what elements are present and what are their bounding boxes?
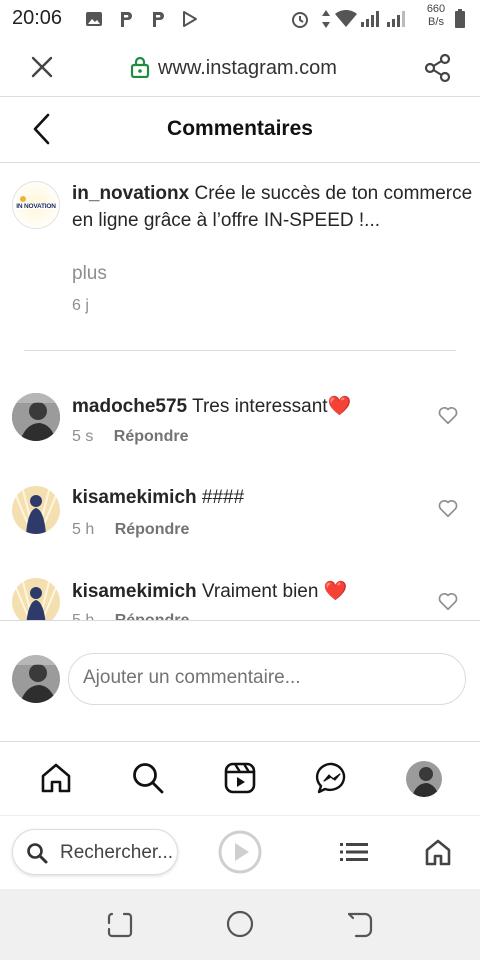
instagram-nav-bar bbox=[0, 741, 480, 816]
reels-icon[interactable] bbox=[222, 760, 258, 796]
divider bbox=[24, 350, 456, 351]
status-time: 20:06 bbox=[12, 7, 63, 29]
net-speed-value: 660 bbox=[426, 3, 446, 15]
post-username[interactable]: in_novationx bbox=[72, 183, 189, 204]
lock-icon bbox=[130, 56, 150, 79]
url-text[interactable]: www.instagram.com bbox=[158, 57, 337, 80]
comment-username[interactable]: kisamekimich bbox=[72, 581, 197, 602]
comment-body: kisamekimich Vraiment bien ❤️ bbox=[72, 579, 347, 603]
comment-text: Tres interessant❤️ bbox=[192, 396, 352, 417]
alarm-icon bbox=[290, 9, 310, 29]
comments-header: Commentaires bbox=[0, 96, 480, 163]
paypal-icon-2 bbox=[148, 9, 168, 29]
net-speed: 660 B/s bbox=[424, 3, 448, 29]
page-title: Commentaires bbox=[167, 117, 313, 140]
search-icon bbox=[27, 843, 48, 864]
comment-avatar[interactable] bbox=[12, 486, 60, 534]
browser-url-bar: www.instagram.com bbox=[0, 38, 480, 97]
post-avatar-logo-text: IN NOVATION bbox=[16, 203, 56, 210]
data-arrows-icon bbox=[316, 9, 336, 29]
back-nav-icon[interactable] bbox=[346, 911, 374, 939]
comment-input[interactable] bbox=[81, 666, 455, 690]
post-age: 6 j bbox=[72, 297, 89, 314]
reply-button[interactable]: Répondre bbox=[114, 428, 189, 445]
recent-apps-icon[interactable] bbox=[106, 911, 134, 939]
browser-search-pill[interactable]: Rechercher... bbox=[12, 829, 178, 875]
profile-avatar[interactable] bbox=[406, 761, 442, 797]
net-speed-unit: B/s bbox=[428, 16, 444, 28]
comment-username[interactable]: madoche575 bbox=[72, 396, 187, 417]
home-icon[interactable] bbox=[38, 760, 74, 796]
comment-text: Vraiment bien ❤️ bbox=[201, 581, 348, 602]
comment-body: madoche575 Tres interessant❤️ bbox=[72, 394, 351, 418]
comment-meta: 5 s Répondre bbox=[72, 428, 188, 446]
reply-button[interactable]: Répondre bbox=[115, 521, 190, 538]
comment-body: kisamekimich #### bbox=[72, 487, 244, 509]
comment-input-bar bbox=[0, 620, 480, 742]
home-circle-icon[interactable] bbox=[226, 910, 254, 938]
comment-age: 5 s bbox=[72, 428, 94, 445]
post-author-avatar[interactable]: IN NOVATION bbox=[12, 181, 60, 229]
comment-avatar[interactable] bbox=[12, 393, 60, 441]
comment-avatar[interactable] bbox=[12, 578, 60, 626]
messenger-icon[interactable] bbox=[314, 760, 350, 796]
comment-username[interactable]: kisamekimich bbox=[72, 487, 197, 508]
more-link[interactable]: plus bbox=[72, 263, 107, 285]
wifi-icon bbox=[334, 9, 358, 29]
search-icon[interactable] bbox=[130, 760, 166, 796]
heart-outline-icon[interactable] bbox=[437, 590, 459, 612]
comment-meta: 5 h Répondre bbox=[72, 521, 189, 539]
browser-bottom-bar: Rechercher... bbox=[0, 815, 480, 890]
post-caption: in_novationx Crée le succès de ton comme… bbox=[72, 180, 477, 234]
system-nav-bar bbox=[0, 889, 480, 960]
status-bar: 20:06 660 B/s bbox=[0, 0, 480, 38]
heart-outline-icon[interactable] bbox=[437, 497, 459, 519]
play-store-icon bbox=[180, 9, 200, 29]
gallery-icon bbox=[84, 9, 104, 29]
close-icon[interactable] bbox=[30, 55, 54, 79]
play-icon[interactable] bbox=[218, 830, 262, 874]
list-menu-icon[interactable] bbox=[340, 842, 368, 862]
comment-input-container bbox=[68, 653, 466, 705]
share-icon[interactable] bbox=[423, 53, 453, 83]
browser-home-icon[interactable] bbox=[424, 838, 452, 866]
signal-icon bbox=[360, 9, 382, 29]
heart-outline-icon[interactable] bbox=[437, 404, 459, 426]
paypal-icon bbox=[116, 9, 136, 29]
current-user-avatar bbox=[12, 655, 60, 703]
comment-age: 5 h bbox=[72, 521, 95, 538]
signal-icon-2 bbox=[386, 9, 408, 29]
battery-icon bbox=[452, 9, 468, 29]
browser-search-label: Rechercher... bbox=[60, 842, 173, 863]
comment-text: #### bbox=[201, 487, 245, 508]
